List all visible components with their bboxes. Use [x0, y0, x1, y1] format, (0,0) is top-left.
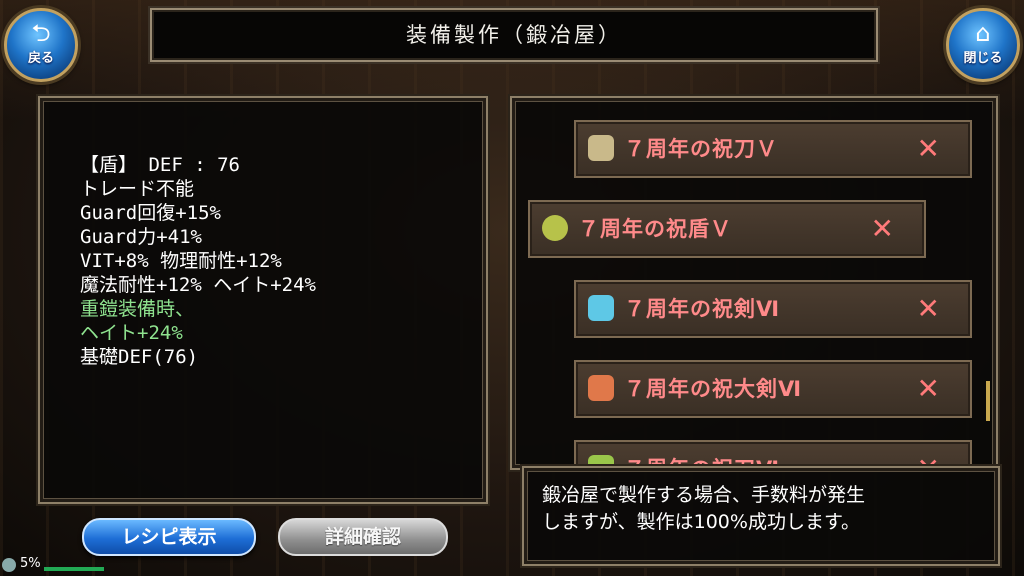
shield-icon	[542, 215, 568, 241]
recipe-item[interactable]: ７周年の祝剣Ⅵ ✕	[574, 280, 972, 338]
close-button[interactable]: ⌂ 閉じる	[946, 8, 1020, 82]
sword-icon	[588, 295, 614, 321]
status-orb-icon	[2, 558, 16, 572]
base-def-line: 基礎DEF(76)	[80, 346, 199, 368]
title-bar: 装備製作（鍛冶屋）	[150, 8, 878, 62]
detail-confirm-button[interactable]: 詳細確認	[278, 518, 448, 556]
message-box: 鍛冶屋で製作する場合、手数料が発生 しますが、製作は100%成功します。	[522, 466, 1000, 566]
remove-icon[interactable]: ✕	[917, 282, 940, 336]
close-button-label: 閉じる	[963, 51, 1003, 66]
back-button-label: 戻る	[27, 51, 54, 66]
recipe-name: ７周年の祝大剣Ⅵ	[624, 377, 803, 401]
scrollbar[interactable]	[986, 381, 990, 421]
stat-line: 【盾】 DEF : 76	[80, 154, 240, 176]
recipe-display-button[interactable]: レシピ表示	[82, 518, 256, 556]
greatsword-icon	[588, 375, 614, 401]
remove-icon[interactable]: ✕	[917, 362, 940, 416]
recipe-item-selected[interactable]: ７周年の祝盾Ｖ ✕	[528, 200, 926, 258]
bonus-line: ヘイト+24%	[80, 322, 183, 344]
recipe-name: ７周年の祝剣Ⅵ	[624, 297, 781, 321]
undo-arrow-icon: ⮌	[31, 19, 51, 47]
item-info-panel: 【盾】 DEF : 76 トレード不能 Guard回復+15% Guard力+4…	[38, 96, 488, 504]
stat-line: トレード不能	[80, 178, 195, 200]
back-button[interactable]: ⮌ 戻る	[4, 8, 78, 82]
remove-icon[interactable]: ✕	[871, 202, 894, 256]
progress-percent: 5%	[20, 556, 41, 571]
stat-line: 魔法耐性+12% ヘイト+24%	[80, 274, 316, 296]
message-line: しますが、製作は100%成功します。	[542, 511, 861, 533]
progress-bar	[44, 567, 104, 571]
bonus-line: 重鎧装備時、	[80, 298, 195, 320]
page-title: 装備製作（鍛冶屋）	[406, 23, 622, 47]
home-icon: ⌂	[975, 19, 991, 47]
message-line: 鍛冶屋で製作する場合、手数料が発生	[542, 484, 866, 506]
stat-line: Guard回復+15%	[80, 202, 221, 224]
stat-line: VIT+8% 物理耐性+12%	[80, 250, 282, 272]
recipe-item[interactable]: ７周年の祝刀Ｖ ✕	[574, 120, 972, 178]
message-text: 鍛冶屋で製作する場合、手数料が発生 しますが、製作は100%成功します。	[542, 482, 982, 536]
katana-icon	[588, 135, 614, 161]
recipe-name: ７周年の祝盾Ｖ	[578, 217, 732, 241]
recipe-item[interactable]: ７周年の祝大剣Ⅵ ✕	[574, 360, 972, 418]
item-stats: 【盾】 DEF : 76 トレード不能 Guard回復+15% Guard力+4…	[80, 153, 316, 369]
remove-icon[interactable]: ✕	[917, 122, 940, 176]
recipe-list-panel[interactable]: ７周年の祝刀Ｖ ✕ ７周年の祝盾Ｖ ✕ ７周年の祝剣Ⅵ ✕ ７周年の祝大剣Ⅵ ✕…	[510, 96, 998, 470]
stat-line: Guard力+41%	[80, 226, 202, 248]
recipe-name: ７周年の祝刀Ｖ	[624, 137, 778, 161]
